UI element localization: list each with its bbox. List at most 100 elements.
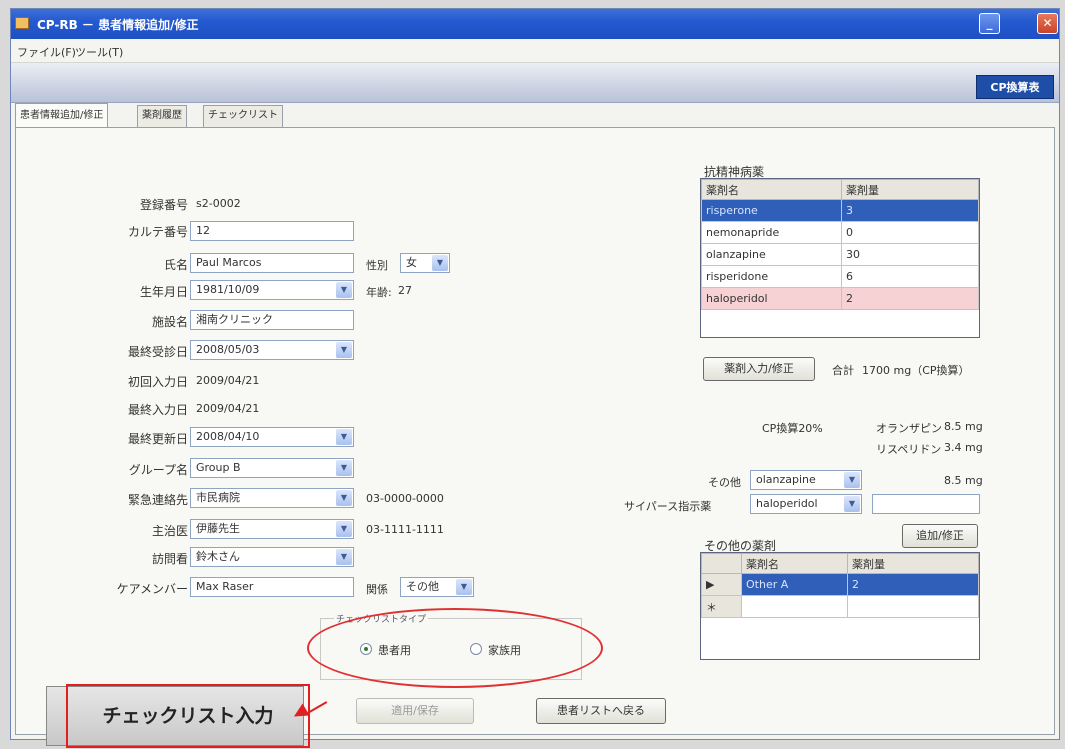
risperidone-amount: 3.4 mg [944, 441, 983, 454]
chevron-down-icon: ▼ [336, 460, 352, 476]
tab-patient-info[interactable]: 患者情報追加/修正 [15, 103, 109, 127]
chevron-down-icon: ▼ [844, 496, 860, 512]
drug-dose-cell: 2 [841, 287, 979, 310]
table-row[interactable]: olanzapine 30 [701, 243, 979, 266]
close-button[interactable]: ✕ [1037, 13, 1058, 34]
table-row[interactable]: risperidone 6 [701, 265, 979, 288]
name-field[interactable]: Paul Marcos [190, 253, 354, 273]
checklist-input-button[interactable]: チェックリスト入力 [66, 684, 310, 748]
risperidone-name: リスペリドン [876, 443, 942, 456]
total-label: 合計 [832, 364, 854, 377]
add-edit-button[interactable]: 追加/修正 [902, 524, 978, 548]
visiting-nurse-value: 鈴木さん [196, 550, 240, 563]
apply-save-button[interactable]: 適用/保存 [356, 698, 474, 724]
drug-name-cell: risperidone [701, 265, 842, 288]
last-update-label: 最終更新日 [127, 432, 188, 446]
cyp-select[interactable]: haloperidol ▼ [750, 494, 862, 514]
doctor-label: 主治医 [151, 524, 188, 538]
minimize-button[interactable]: _ [979, 13, 1000, 34]
drug-name-cell [741, 595, 848, 618]
facility-field[interactable]: 湘南クリニック [190, 310, 354, 330]
app-icon [15, 17, 29, 29]
new-row-marker-icon: ＊ [701, 595, 742, 618]
drug-dose-cell: 6 [841, 265, 979, 288]
first-input-value: 2009/04/21 [196, 374, 260, 387]
table-row[interactable]: ▶ Other A 2 [701, 573, 979, 596]
chevron-down-icon: ▼ [336, 521, 352, 537]
last-input-label: 最終入力日 [127, 403, 188, 417]
other-drugs-grid: 薬剤名 薬剤量 ▶ Other A 2 ＊ [700, 552, 980, 660]
last-update-value: 2008/04/10 [196, 430, 260, 443]
title-bar: CP-RB － 患者情報追加/修正 _ ✕ [11, 9, 1059, 39]
drug-dose-cell: 3 [841, 199, 979, 222]
drug-name-cell: olanzapine [701, 243, 842, 266]
relation-select[interactable]: その他 ▼ [400, 577, 474, 597]
cp-conversion-table-button[interactable]: CP換算表 [976, 75, 1054, 99]
column-header-dose: 薬剤量 [847, 553, 979, 574]
table-row[interactable]: nemonapride 0 [701, 221, 979, 244]
facility-label: 施設名 [151, 315, 188, 329]
name-label: 氏名 [163, 258, 188, 272]
table-row[interactable]: risperone 3 [701, 199, 979, 222]
birth-date-picker[interactable]: 1981/10/09 ▼ [190, 280, 354, 300]
window-title: CP-RB － 患者情報追加/修正 [37, 18, 199, 32]
chevron-down-icon: ▼ [432, 255, 448, 271]
emergency-phone: 03-0000-0000 [366, 492, 444, 505]
sex-select[interactable]: 女 ▼ [400, 253, 450, 273]
drug-name-cell: risperone [701, 199, 842, 222]
antipsychotics-grid: 薬剤名 薬剤量 risperone 3 nemonapride 0 olanza… [700, 178, 980, 338]
reg-no-value: s2-0002 [196, 197, 241, 210]
doctor-phone: 03-1111-1111 [366, 523, 444, 536]
last-update-date-picker[interactable]: 2008/04/10 ▼ [190, 427, 354, 447]
chevron-down-icon: ▼ [456, 579, 472, 595]
olanzapine-amount: 8.5 mg [944, 420, 983, 433]
other-value: olanzapine [756, 473, 816, 486]
tab-checklist[interactable]: チェックリスト [203, 105, 283, 127]
doctor-value: 伊藤先生 [196, 522, 240, 535]
minimize-icon: _ [986, 16, 993, 30]
emergency-select[interactable]: 市民病院 ▼ [190, 488, 354, 508]
close-icon: ✕ [1042, 16, 1053, 30]
column-header-dose: 薬剤量 [841, 179, 979, 200]
table-row[interactable]: haloperidol 2 [701, 287, 979, 310]
sex-value: 女 [406, 256, 417, 269]
relation-value: その他 [406, 580, 439, 593]
doctor-select[interactable]: 伊藤先生 ▼ [190, 519, 354, 539]
chevron-down-icon: ▼ [336, 549, 352, 565]
chevron-down-icon: ▼ [336, 490, 352, 506]
group-select[interactable]: Group B ▼ [190, 458, 354, 478]
karte-no-field[interactable]: 12 [190, 221, 354, 241]
last-visit-label: 最終受診日 [127, 345, 188, 359]
table-row[interactable]: ＊ [701, 595, 979, 618]
group-label: グループ名 [128, 463, 188, 477]
drug-dose-cell [847, 595, 979, 618]
column-header-drug-name: 薬剤名 [701, 179, 842, 200]
total-value: 1700 mg（CP換算） [862, 364, 970, 377]
care-member-label: ケアメンバー [116, 582, 188, 596]
care-member-field[interactable]: Max Raser [190, 577, 354, 597]
birth-value: 1981/10/09 [196, 283, 260, 296]
highlight-ellipse [307, 608, 603, 688]
reg-no-label: 登録番号 [139, 198, 188, 212]
drug-edit-button[interactable]: 薬剤入力/修正 [703, 357, 815, 381]
cyp-amount-field[interactable] [872, 494, 980, 514]
visiting-nurse-select[interactable]: 鈴木さん ▼ [190, 547, 354, 567]
menu-tools[interactable]: ツール(T) [75, 44, 123, 60]
menu-bar: ファイル(F) ツール(T) [11, 39, 1059, 63]
tab-drug-history[interactable]: 薬剤履歴 [137, 105, 187, 127]
karte-no-label: カルテ番号 [127, 225, 188, 239]
drug-dose-cell: 30 [841, 243, 979, 266]
last-visit-date-picker[interactable]: 2008/05/03 ▼ [190, 340, 354, 360]
menu-file[interactable]: ファイル(F) [17, 44, 76, 60]
last-input-value: 2009/04/21 [196, 402, 260, 415]
drug-name-cell: nemonapride [701, 221, 842, 244]
other-label: その他 [708, 476, 741, 489]
group-value: Group B [196, 461, 241, 474]
drug-dose-cell: 2 [847, 573, 979, 596]
chevron-down-icon: ▼ [336, 342, 352, 358]
back-to-patient-list-button[interactable]: 患者リストへ戻る [536, 698, 666, 724]
drug-name-cell: Other A [741, 573, 848, 596]
cp20-label: CP換算20% [762, 422, 823, 435]
emergency-value: 市民病院 [196, 491, 240, 504]
other-select[interactable]: olanzapine ▼ [750, 470, 862, 490]
